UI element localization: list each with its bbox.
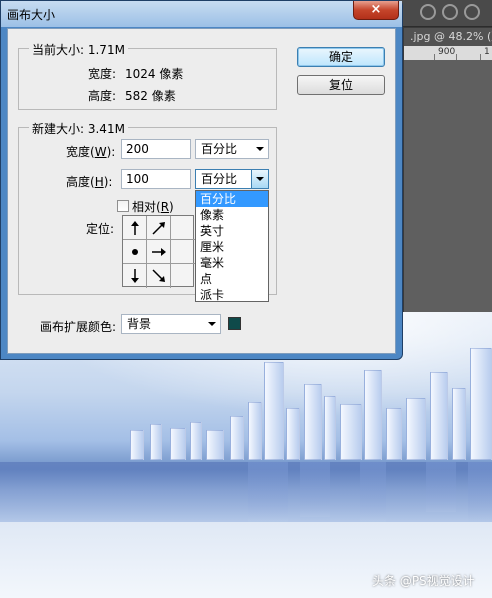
ruler-label: 900 [438, 47, 456, 57]
close-button[interactable]: × [353, 1, 399, 20]
unit-option[interactable]: 毫米 [196, 255, 268, 271]
arrow-down-right-icon [152, 269, 165, 282]
anchor-label: 定位: [86, 222, 115, 236]
arrow-up-right-icon [152, 222, 165, 235]
current-height-label: 高度: [88, 89, 117, 103]
current-height-value: 582 像素 [125, 89, 176, 103]
anchor-grid [122, 215, 195, 288]
dot-icon [132, 249, 138, 255]
chevron-down-icon [256, 147, 264, 151]
arrow-down-icon [131, 269, 139, 283]
extension-color-select[interactable]: 背景 [121, 314, 221, 334]
ruler-label: 1 [484, 47, 490, 57]
anchor-top-left[interactable] [123, 216, 147, 240]
dialog-titlebar[interactable]: 画布大小 × [1, 1, 402, 27]
watermark-text: 头条 @PS视觉设计 [372, 574, 475, 588]
document-tab[interactable]: .jpg @ 48.2% (蓝 [404, 28, 492, 46]
anchor-bottom-center[interactable] [147, 264, 171, 288]
dialog-title: 画布大小 [7, 8, 56, 22]
relative-label[interactable]: 相对(R) [132, 198, 174, 215]
unit-option[interactable]: 点 [196, 271, 268, 287]
width-unit-value: 百分比 [201, 142, 238, 156]
canvas-size-dialog: 画布大小 × 当前大小: 1.71M 宽度: 1024 像素 高度: 582 像… [0, 0, 403, 360]
arrow-right-icon [152, 248, 166, 256]
unit-option[interactable]: 英寸 [196, 223, 268, 239]
height-unit-value: 百分比 [201, 172, 238, 186]
extension-color-label: 画布扩展颜色: [40, 320, 117, 334]
options-bar [400, 0, 492, 27]
height-unit-select[interactable]: 百分比 [195, 169, 269, 189]
current-size-label: 当前大小: 1.71M [29, 41, 128, 58]
width-input[interactable]: 200 [121, 139, 191, 159]
ok-button[interactable]: 确定 [297, 47, 385, 67]
current-width-label: 宽度: [88, 67, 117, 81]
unit-option[interactable]: 百分比 [196, 191, 268, 207]
anchor-bottom-right[interactable] [171, 264, 195, 288]
unit-option[interactable]: 派卡 [196, 287, 268, 303]
width-unit-select[interactable]: 百分比 [195, 139, 269, 159]
horizontal-ruler: 900 1 [404, 46, 492, 61]
current-width-value: 1024 像素 [125, 67, 184, 81]
anchor-middle-right[interactable] [171, 240, 195, 264]
3d-pan-icon[interactable] [464, 4, 480, 20]
anchor-center[interactable] [147, 240, 171, 264]
relative-checkbox[interactable] [117, 200, 129, 212]
3d-roll-icon[interactable] [442, 4, 458, 20]
anchor-middle-left[interactable] [123, 240, 147, 264]
anchor-top-right[interactable] [171, 216, 195, 240]
new-size-label: 新建大小: 3.41M [29, 120, 128, 137]
chevron-down-icon [208, 322, 216, 326]
anchor-top-center[interactable] [147, 216, 171, 240]
height-input[interactable]: 100 [121, 169, 191, 189]
unit-dropdown-list: 百分比 像素 英寸 厘米 毫米 点 派卡 [195, 190, 269, 302]
anchor-bottom-left[interactable] [123, 264, 147, 288]
new-width-label: 宽度(W): [66, 145, 116, 159]
3d-rotate-icon[interactable] [420, 4, 436, 20]
chevron-down-icon [256, 177, 264, 181]
arrow-up-icon [131, 221, 139, 235]
unit-option[interactable]: 像素 [196, 207, 268, 223]
extension-color-value: 背景 [127, 317, 152, 331]
new-height-label: 高度(H): [66, 175, 113, 189]
reset-button[interactable]: 复位 [297, 75, 385, 95]
unit-option[interactable]: 厘米 [196, 239, 268, 255]
canvas-pasteboard [404, 60, 492, 315]
dropdown-button[interactable] [251, 170, 268, 188]
extension-color-swatch[interactable] [228, 317, 241, 330]
